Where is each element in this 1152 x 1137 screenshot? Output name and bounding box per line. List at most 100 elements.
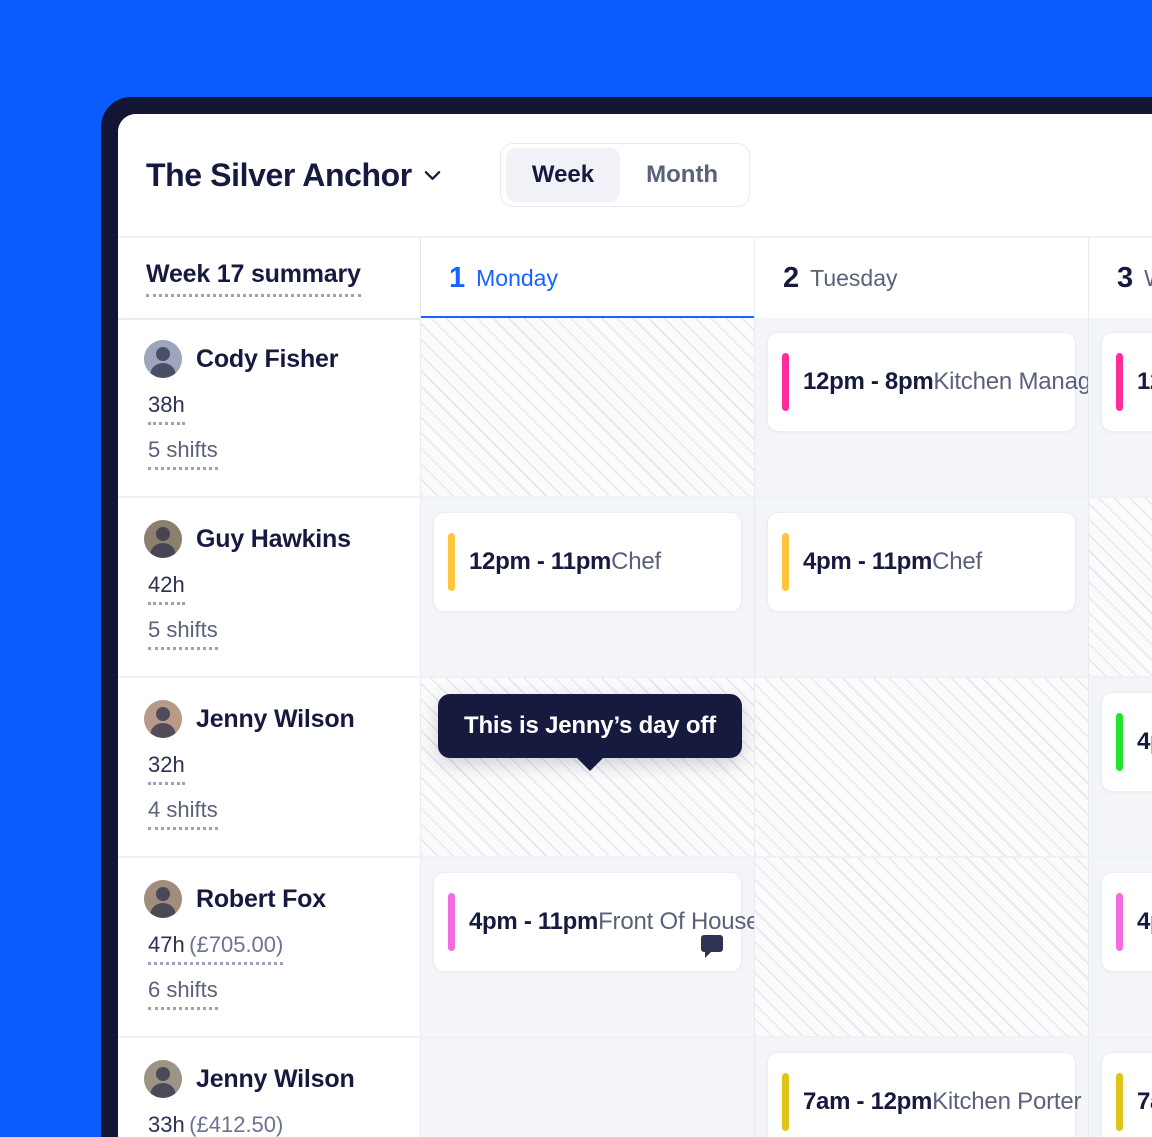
app-screen: The Silver Anchor Week Month Week 17 sum… [118, 114, 1152, 1137]
tab-week[interactable]: Week [505, 148, 621, 202]
day-off-tooltip: This is Jenny’s day off [438, 694, 742, 758]
employee-summary-cell[interactable]: Jenny Wilson 32h 4 shifts [118, 678, 420, 856]
employee-cost: (£412.50) [189, 1112, 284, 1137]
employee-header: Guy Hawkins [144, 520, 396, 558]
empty-day-cell[interactable] [1088, 498, 1152, 676]
employee-cost: (£705.00) [189, 932, 284, 957]
shift-card[interactable]: 7am - 12pmKitchen Porter [767, 1052, 1082, 1137]
employee-hours: 38h [148, 392, 185, 417]
shift-card[interactable]: 12pm - 11pmChef [433, 512, 742, 612]
shift-cell[interactable]: 7aKit [1088, 1038, 1152, 1137]
shift-time: 7a [1137, 1088, 1152, 1115]
employee-shifts: 6 shifts [148, 977, 218, 1002]
shift-accent-bar [448, 893, 455, 951]
shift-cell[interactable]: 7am - 12pmKitchen Porter [754, 1038, 1088, 1137]
employee-hours: 47h [148, 932, 185, 957]
shift-accent-bar [1116, 353, 1123, 411]
day-number: 1 [449, 261, 466, 294]
employee-name: Robert Fox [196, 884, 326, 913]
shift-time: 4pm - 11pm [469, 908, 599, 935]
employee-header: Jenny Wilson [144, 1060, 396, 1098]
shift-card[interactable]: 4pm - 11pmFront Of House [433, 872, 760, 972]
shift-card[interactable]: 4pm - 11pmChef [767, 512, 1076, 612]
employee-summary-cell[interactable]: Jenny Wilson33h (£412.50)4 shifts [118, 1038, 420, 1137]
employee-header: Cody Fisher [144, 340, 396, 378]
shift-card[interactable]: 12Kit [1101, 332, 1152, 432]
venue-name: The Silver Anchor [146, 156, 412, 193]
empty-day-cell[interactable] [754, 858, 1088, 1036]
shift-time: 4p [1137, 728, 1152, 755]
shift-role: Front Of House [598, 908, 760, 935]
week-summary-label: Week 17 summary [146, 260, 361, 297]
employee-hours-stat[interactable]: 47h (£705.00) [148, 932, 284, 965]
shift-text: 4pFro [1137, 908, 1152, 936]
shift-accent-bar [448, 533, 455, 591]
schedule-grid: Week 17 summary 1 Monday 2 Tuesday 3 W C… [118, 238, 1152, 1137]
shift-cell[interactable]: 4pFro [1088, 858, 1152, 1036]
shift-cell[interactable]: 12pm - 11pmChef [420, 498, 754, 676]
chevron-down-icon[interactable] [423, 166, 442, 185]
summary-column-header: Week 17 summary [118, 238, 420, 318]
employee-hours-stat[interactable]: 42h [148, 572, 185, 605]
shift-time: 7am - 12pm [803, 1088, 933, 1115]
employee-hours: 42h [148, 572, 185, 597]
empty-day-cell[interactable] [754, 678, 1088, 856]
view-toggle[interactable]: Week Month [499, 143, 751, 207]
day-header-wednesday[interactable]: 3 W [1088, 238, 1152, 318]
shift-cell[interactable]: 4pHe [1088, 678, 1152, 856]
day-header-monday[interactable]: 1 Monday [420, 238, 754, 320]
shift-card[interactable]: 7aKit [1101, 1052, 1152, 1137]
shift-card[interactable]: 12pm - 8pmKitchen Manager [767, 332, 1112, 432]
empty-day-cell[interactable] [420, 318, 754, 496]
shift-cell[interactable]: 4pm - 11pmChef [754, 498, 1088, 676]
employee-hours: 33h [148, 1112, 185, 1137]
shift-accent-bar [782, 1073, 789, 1131]
employee-hours-stat[interactable]: 38h [148, 392, 185, 425]
employee-name: Jenny Wilson [196, 704, 355, 733]
shift-accent-bar [1116, 713, 1123, 771]
shift-time: 4p [1137, 908, 1152, 935]
employee-summary-cell[interactable]: Cody Fisher 38h 5 shifts [118, 318, 420, 496]
employee-hours-stat[interactable]: 33h (£412.50) [148, 1112, 283, 1137]
shift-role: Chef [611, 548, 662, 575]
shift-cell[interactable]: 12pm - 8pmKitchen Manager [754, 318, 1112, 496]
shift-role: Kitchen Manager [933, 368, 1112, 395]
shift-card[interactable]: 4pHe [1101, 692, 1152, 792]
shift-role: Kitchen Porter [932, 1088, 1082, 1115]
shift-text: 12pm - 8pmKitchen Manager [803, 368, 1112, 396]
shift-cell[interactable]: 12Kit [1088, 318, 1152, 496]
shift-text: 12Kit [1137, 368, 1152, 396]
employee-header: Jenny Wilson [144, 700, 396, 738]
tab-month[interactable]: Month [620, 148, 744, 202]
shift-cell[interactable]: 4pm - 11pmFront Of House [420, 858, 760, 1036]
day-label: Monday [476, 264, 558, 291]
employee-summary-cell[interactable]: Robert Fox 47h (£705.00) 6 shifts [118, 858, 420, 1036]
shift-text: 4pm - 11pmChef [803, 548, 1059, 576]
avatar [144, 880, 182, 918]
employee-shifts-stat[interactable]: 5 shifts [148, 617, 218, 650]
employee-shifts-stat[interactable]: 4 shifts [148, 797, 218, 830]
app-topbar: The Silver Anchor Week Month [118, 114, 1152, 238]
employee-hours: 32h [148, 752, 185, 777]
employee-hours-stat[interactable]: 32h [148, 752, 185, 785]
employee-shifts-stat[interactable]: 6 shifts [148, 977, 218, 1010]
employee-name: Jenny Wilson [196, 1064, 355, 1093]
employee-header: Robert Fox [144, 880, 396, 918]
day-header-tuesday[interactable]: 2 Tuesday [754, 238, 1088, 318]
empty-day-cell[interactable] [420, 1038, 754, 1137]
avatar [144, 1060, 182, 1098]
shift-accent-bar [782, 353, 789, 411]
shift-time: 12pm - 8pm [803, 368, 934, 395]
shift-accent-bar [782, 533, 789, 591]
shift-card[interactable]: 4pFro [1101, 872, 1152, 972]
note-icon[interactable] [699, 935, 725, 959]
table-row: Cody Fisher 38h 5 shifts 12pm - 8pmKitchen … [118, 318, 1152, 498]
day-number: 2 [783, 261, 800, 294]
venue-selector[interactable]: The Silver Anchor [146, 157, 442, 194]
day-number: 3 [1117, 261, 1134, 294]
employee-shifts: 5 shifts [148, 437, 218, 462]
shift-text: 7am - 12pmKitchen Porter [803, 1088, 1082, 1116]
employee-shifts-stat[interactable]: 5 shifts [148, 437, 218, 470]
employee-summary-cell[interactable]: Guy Hawkins 42h 5 shifts [118, 498, 420, 676]
employee-name: Cody Fisher [196, 344, 339, 373]
